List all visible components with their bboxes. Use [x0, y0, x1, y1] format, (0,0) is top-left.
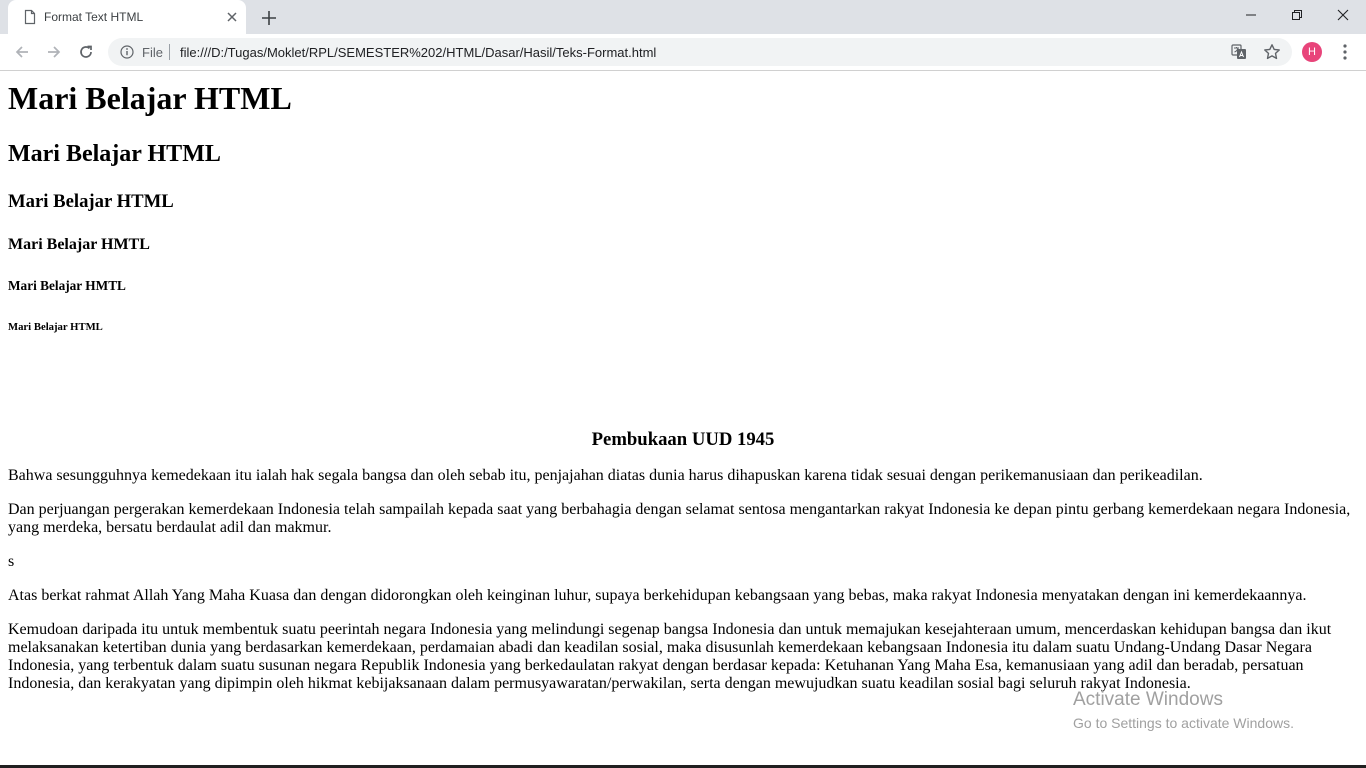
more-menu-icon[interactable]: [1337, 43, 1353, 61]
heading-3: Mari Belajar HTML: [8, 191, 174, 212]
translate-icon[interactable]: [1231, 44, 1247, 60]
activation-watermark: Activate Windows Go to Settings to activ…: [1073, 689, 1294, 732]
info-icon[interactable]: [120, 45, 134, 59]
paragraph: s: [8, 553, 15, 570]
close-window-button[interactable]: [1320, 0, 1366, 30]
paragraph: Atas berkat rahmat Allah Yang Maha Kuasa…: [8, 587, 1307, 604]
minimize-button[interactable]: [1228, 0, 1274, 30]
bookmark-star-icon[interactable]: [1263, 43, 1281, 61]
paragraph: Bahwa sesungguhnya kemedekaan itu ialah …: [8, 467, 1203, 484]
heading-4: Mari Belajar HMTL: [8, 236, 150, 253]
document-icon: [24, 9, 36, 25]
reload-button[interactable]: [76, 42, 96, 62]
heading-1: Mari Belajar HTML: [8, 80, 292, 116]
forward-arrow-icon: [48, 46, 61, 58]
url-text[interactable]: file:///D:/Tugas/Moklet/RPL/SEMESTER%202…: [180, 45, 656, 60]
page-content: Mari Belajar HTML Mari Belajar HTML Mari…: [8, 71, 1358, 693]
tab-title: Format Text HTML: [44, 10, 144, 24]
paragraph: Dan perjuangan pergerakan kemerdekaan In…: [8, 501, 1351, 536]
close-icon: [1337, 9, 1349, 21]
reload-icon: [80, 45, 92, 58]
profile-avatar[interactable]: H: [1302, 42, 1322, 62]
browser-tab[interactable]: Format Text HTML: [8, 0, 246, 34]
heading-5: Mari Belajar HMTL: [8, 278, 126, 293]
address-bar[interactable]: File file:///D:/Tugas/Moklet/RPL/SEMESTE…: [108, 38, 1292, 66]
back-arrow-icon: [15, 46, 28, 58]
new-tab-icon[interactable]: [258, 7, 280, 29]
scheme-label: File: [142, 45, 163, 60]
heading-2: Mari Belajar HTML: [8, 141, 221, 167]
tab-strip: Format Text HTML: [0, 0, 1366, 34]
watermark-subtitle: Go to Settings to activate Windows.: [1073, 715, 1294, 731]
section-title: Pembukaan UUD 1945: [591, 429, 775, 450]
close-tab-icon[interactable]: [224, 9, 240, 25]
forward-button[interactable]: [44, 42, 64, 62]
omnibox-divider: [169, 44, 170, 60]
restore-icon: [1292, 10, 1302, 20]
browser-toolbar: File file:///D:/Tugas/Moklet/RPL/SEMESTE…: [0, 34, 1366, 71]
paragraph: Kemudoan daripada itu untuk membentuk su…: [8, 621, 1332, 692]
back-button[interactable]: [12, 42, 32, 62]
heading-6: Mari Belajar HTML: [8, 321, 103, 333]
watermark-title: Activate Windows: [1073, 689, 1223, 710]
restore-button[interactable]: [1274, 0, 1320, 30]
minimize-icon: [1246, 14, 1256, 16]
